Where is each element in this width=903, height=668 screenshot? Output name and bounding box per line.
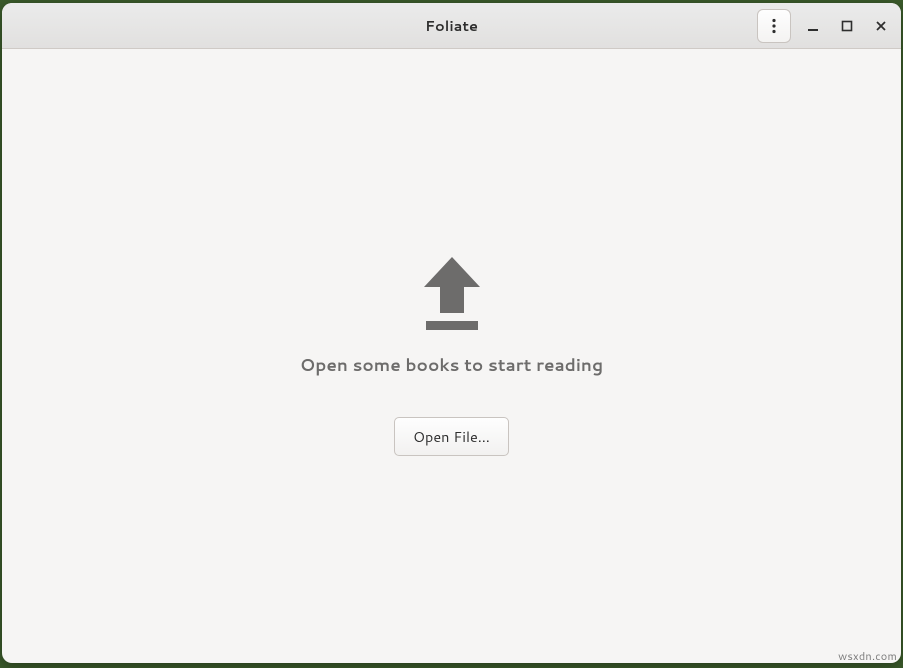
- empty-state-message: Open some books to start reading: [300, 353, 603, 377]
- minimize-icon: [807, 20, 819, 32]
- close-icon: [875, 20, 887, 32]
- watermark-text: wsxdn.com: [838, 648, 897, 664]
- maximize-icon: [841, 20, 853, 32]
- header-right-group: [757, 9, 893, 43]
- maximize-button[interactable]: [835, 14, 859, 38]
- headerbar: Foliate: [2, 3, 901, 49]
- open-file-button[interactable]: Open File…: [394, 417, 509, 456]
- app-window: Foliate: [2, 3, 901, 663]
- kebab-icon: [767, 18, 781, 34]
- minimize-button[interactable]: [801, 14, 825, 38]
- content-area: Open some books to start reading Open Fi…: [2, 49, 901, 663]
- upload-arrow-icon: [414, 257, 490, 335]
- close-button[interactable]: [869, 14, 893, 38]
- menu-button[interactable]: [757, 9, 791, 43]
